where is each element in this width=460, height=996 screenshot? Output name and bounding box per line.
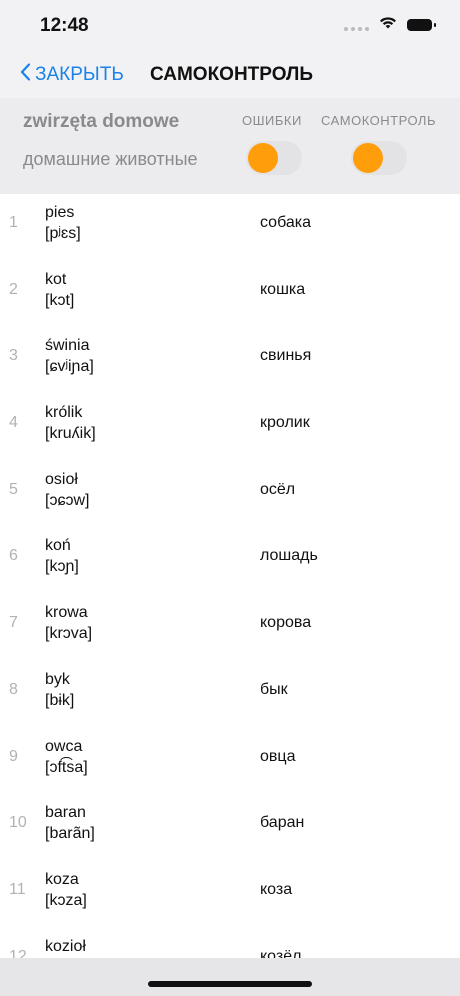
transcription: [kruʎik] bbox=[45, 425, 96, 443]
polish-word: byk bbox=[45, 670, 70, 688]
word-row[interactable]: 10 baran [barãn] баран bbox=[0, 794, 460, 861]
word-row[interactable]: 7 krowa [krɔva] корова bbox=[0, 594, 460, 661]
selfcheck-label: САМОКОНТРОЛЬ bbox=[321, 113, 436, 128]
polish-word: kot bbox=[45, 270, 67, 288]
translation: коза bbox=[260, 880, 293, 898]
translation: лошадь bbox=[260, 547, 318, 565]
word-row[interactable]: 9 owca [ɔft͡sa] овца bbox=[0, 728, 460, 795]
row-number: 10 bbox=[9, 814, 27, 832]
word-row[interactable]: 1 pies [pʲɛs] собака bbox=[0, 194, 460, 261]
translation: свинья bbox=[260, 347, 312, 365]
row-number: 1 bbox=[9, 214, 18, 231]
polish-word: świnia bbox=[45, 337, 90, 355]
translation: бык bbox=[260, 680, 288, 698]
close-button-label: ЗАКРЫТЬ bbox=[35, 64, 124, 85]
battery-icon bbox=[407, 19, 436, 31]
polish-word: owca bbox=[45, 737, 83, 755]
translation: корова bbox=[260, 614, 312, 632]
transcription: [kɔt] bbox=[45, 291, 75, 309]
translation: баран bbox=[260, 814, 305, 832]
row-number: 3 bbox=[9, 347, 18, 365]
translation: собака bbox=[260, 214, 312, 231]
selfcheck-toggle[interactable] bbox=[351, 141, 407, 175]
word-row[interactable]: 3 świnia [ɕvʲiɲa] свинья bbox=[0, 327, 460, 394]
topic-title: zwirzęta domowe bbox=[23, 111, 180, 132]
topic-subtitle: домашние животные bbox=[23, 149, 198, 169]
row-number: 2 bbox=[9, 280, 18, 298]
word-row[interactable]: 11 koza [kɔza] коза bbox=[0, 861, 460, 928]
word-row[interactable]: 5 osioł [ɔɕɔw] осёл bbox=[0, 461, 460, 528]
status-time: 12:48 bbox=[40, 15, 89, 36]
errors-toggle[interactable] bbox=[246, 141, 302, 175]
page-title: САМОКОНТРОЛЬ bbox=[150, 64, 313, 85]
navigation-bar: ЗАКРЫТЬ САМОКОНТРОЛЬ bbox=[0, 52, 460, 98]
errors-label: ОШИБКИ bbox=[242, 113, 302, 128]
transcription: [kɔɲ] bbox=[45, 558, 79, 576]
row-number: 11 bbox=[9, 880, 26, 898]
polish-word: pies bbox=[45, 204, 75, 221]
word-row[interactable]: 2 kot [kɔt] кошка bbox=[0, 261, 460, 328]
polish-word: kozioł bbox=[45, 937, 86, 955]
row-number: 8 bbox=[9, 680, 18, 698]
word-row[interactable]: 4 królik [kruʎik] кролик bbox=[0, 394, 460, 461]
polish-word: osioł bbox=[45, 470, 78, 488]
cellular-signal-icon bbox=[344, 19, 369, 31]
status-bar: 12:48 bbox=[0, 0, 460, 52]
transcription: [pʲɛs] bbox=[45, 225, 81, 242]
transcription: [ɕvʲiɲa] bbox=[45, 358, 94, 376]
polish-word: królik bbox=[45, 404, 83, 422]
polish-word: krowa bbox=[45, 604, 88, 622]
translation: кошка bbox=[260, 280, 306, 298]
transcription: [krɔva] bbox=[45, 625, 93, 643]
chevron-left-icon bbox=[20, 63, 31, 87]
row-number: 9 bbox=[9, 747, 18, 765]
transcription: [ɔɕɔw] bbox=[45, 491, 90, 509]
bottom-bar bbox=[0, 958, 460, 996]
polish-word: baran bbox=[45, 804, 86, 822]
translation: кролик bbox=[260, 414, 310, 432]
close-button[interactable]: ЗАКРЫТЬ bbox=[20, 63, 124, 87]
word-row[interactable]: 12 kozioł козёл bbox=[0, 928, 460, 958]
word-list[interactable]: 1 pies [pʲɛs] собака 2 kot [kɔt] кошка 3 świnia [ɕ… bbox=[0, 194, 460, 958]
errors-toggle-knob bbox=[248, 143, 278, 173]
word-row[interactable]: 6 koń [kɔɲ] лошадь bbox=[0, 527, 460, 594]
word-row[interactable]: 8 byk [bɨk] бык bbox=[0, 661, 460, 728]
selfcheck-toggle-knob bbox=[353, 143, 383, 173]
home-indicator[interactable] bbox=[148, 981, 312, 987]
polish-word: koń bbox=[45, 537, 71, 555]
row-number: 4 bbox=[9, 414, 18, 432]
transcription: [bɨk] bbox=[45, 691, 75, 709]
row-number: 6 bbox=[9, 547, 18, 565]
transcription: [ɔft͡sa] bbox=[45, 758, 88, 776]
row-number: 12 bbox=[9, 947, 27, 958]
translation: осёл bbox=[260, 480, 296, 498]
polish-word: koza bbox=[45, 870, 79, 888]
status-icons bbox=[344, 16, 436, 34]
translation: овца bbox=[260, 747, 296, 765]
topic-header: zwirzęta domowe домашние животные ОШИБКИ… bbox=[0, 98, 460, 194]
row-number: 5 bbox=[9, 480, 18, 498]
wifi-icon bbox=[379, 16, 397, 34]
translation: козёл bbox=[260, 947, 302, 958]
transcription: [kɔza] bbox=[45, 891, 87, 909]
row-number: 7 bbox=[9, 614, 18, 632]
transcription: [barãn] bbox=[45, 825, 95, 843]
